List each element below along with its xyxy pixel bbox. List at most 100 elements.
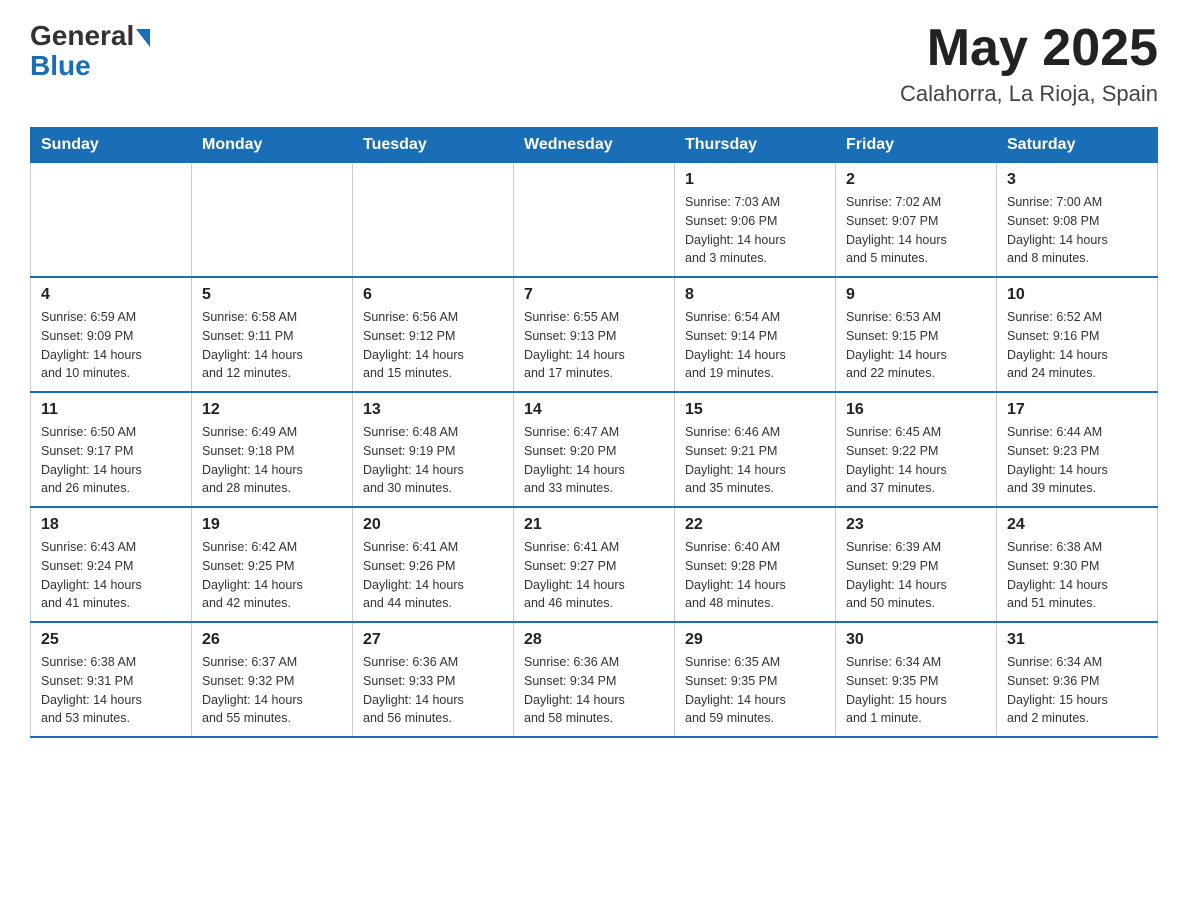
calendar-cell: 22Sunrise: 6:40 AMSunset: 9:28 PMDayligh…: [675, 507, 836, 622]
day-info: Sunrise: 6:38 AMSunset: 9:31 PMDaylight:…: [41, 653, 181, 728]
logo-arrow-icon: [136, 29, 150, 47]
day-info: Sunrise: 6:46 AMSunset: 9:21 PMDaylight:…: [685, 423, 825, 498]
calendar-cell: 20 Sunrise: 6:41 AMSunset: 9:26 PMDayligh…: [353, 507, 514, 622]
day-info: Sunrise: 6:43 AMSunset: 9:24 PMDaylight:…: [41, 538, 181, 613]
day-info: Sunrise: 6:58 AMSunset: 9:11 PMDaylight:…: [202, 308, 342, 383]
day-number: 14: [524, 401, 664, 419]
day-number: 21: [524, 516, 664, 534]
header-friday: Friday: [836, 128, 997, 163]
day-number: 6: [363, 286, 503, 304]
day-info: Sunrise: 6:39 AMSunset: 9:29 PMDaylight:…: [846, 538, 986, 613]
logo-general-text: General: [30, 20, 134, 52]
day-number: 31: [1007, 631, 1147, 649]
day-info: Sunrise: 6:38 AMSunset: 9:30 PMDaylight:…: [1007, 538, 1147, 613]
day-number: 2: [846, 171, 986, 189]
day-number: 3: [1007, 171, 1147, 189]
calendar-cell: 29Sunrise: 6:35 AMSunset: 9:35 PMDayligh…: [675, 622, 836, 737]
calendar-cell: 31 Sunrise: 6:34 AMSunset: 9:36 PMDayligh…: [997, 622, 1158, 737]
day-info: Sunrise: 7:02 AMSunset: 9:07 PMDaylight:…: [846, 193, 986, 268]
calendar-week-row-1: 1Sunrise: 7:03 AMSunset: 9:06 PMDaylight…: [31, 163, 1158, 278]
day-info: Sunrise: 6:53 AMSunset: 9:15 PMDaylight:…: [846, 308, 986, 383]
header-saturday: Saturday: [997, 128, 1158, 163]
header-tuesday: Tuesday: [353, 128, 514, 163]
day-info: Sunrise: 6:36 AMSunset: 9:34 PMDaylight:…: [524, 653, 664, 728]
calendar-week-row-4: 18 Sunrise: 6:43 AMSunset: 9:24 PMDayligh…: [31, 507, 1158, 622]
day-info: Sunrise: 6:59 AMSunset: 9:09 PMDaylight:…: [41, 308, 181, 383]
calendar-cell: 14 Sunrise: 6:47 AMSunset: 9:20 PMDayligh…: [514, 392, 675, 507]
day-info: Sunrise: 6:48 AMSunset: 9:19 PMDaylight:…: [363, 423, 503, 498]
day-number: 9: [846, 286, 986, 304]
day-info: Sunrise: 6:55 AMSunset: 9:13 PMDaylight:…: [524, 308, 664, 383]
day-info: Sunrise: 6:44 AMSunset: 9:23 PMDaylight:…: [1007, 423, 1147, 498]
day-number: 11: [41, 401, 181, 419]
calendar-cell: 25 Sunrise: 6:38 AMSunset: 9:31 PMDayligh…: [31, 622, 192, 737]
header-wednesday: Wednesday: [514, 128, 675, 163]
calendar-cell: 27 Sunrise: 6:36 AMSunset: 9:33 PMDayligh…: [353, 622, 514, 737]
day-number: 15: [685, 401, 825, 419]
day-number: 30: [846, 631, 986, 649]
month-title: May 2025: [900, 20, 1158, 77]
calendar-cell: 12 Sunrise: 6:49 AMSunset: 9:18 PMDayligh…: [192, 392, 353, 507]
header-monday: Monday: [192, 128, 353, 163]
page-header: General Blue May 2025 Calahorra, La Rioj…: [30, 20, 1158, 107]
calendar-week-row-5: 25 Sunrise: 6:38 AMSunset: 9:31 PMDayligh…: [31, 622, 1158, 737]
day-number: 8: [685, 286, 825, 304]
day-number: 20: [363, 516, 503, 534]
day-info: Sunrise: 6:52 AMSunset: 9:16 PMDaylight:…: [1007, 308, 1147, 383]
day-number: 12: [202, 401, 342, 419]
calendar-cell: 18 Sunrise: 6:43 AMSunset: 9:24 PMDayligh…: [31, 507, 192, 622]
day-number: 18: [41, 516, 181, 534]
day-number: 4: [41, 286, 181, 304]
calendar-cell: 23 Sunrise: 6:39 AMSunset: 9:29 PMDayligh…: [836, 507, 997, 622]
calendar-cell: [353, 163, 514, 278]
day-number: 10: [1007, 286, 1147, 304]
day-info: Sunrise: 6:37 AMSunset: 9:32 PMDaylight:…: [202, 653, 342, 728]
calendar-cell: 9 Sunrise: 6:53 AMSunset: 9:15 PMDaylight…: [836, 277, 997, 392]
location-text: Calahorra, La Rioja, Spain: [900, 81, 1158, 107]
calendar-cell: [192, 163, 353, 278]
logo-blue-text: Blue: [30, 50, 91, 82]
day-number: 27: [363, 631, 503, 649]
day-number: 17: [1007, 401, 1147, 419]
calendar-week-row-3: 11 Sunrise: 6:50 AMSunset: 9:17 PMDayligh…: [31, 392, 1158, 507]
day-number: 25: [41, 631, 181, 649]
day-info: Sunrise: 6:45 AMSunset: 9:22 PMDaylight:…: [846, 423, 986, 498]
day-info: Sunrise: 6:49 AMSunset: 9:18 PMDaylight:…: [202, 423, 342, 498]
day-number: 19: [202, 516, 342, 534]
calendar-cell: 15 Sunrise: 6:46 AMSunset: 9:21 PMDayligh…: [675, 392, 836, 507]
day-info: Sunrise: 7:00 AMSunset: 9:08 PMDaylight:…: [1007, 193, 1147, 268]
weekday-header-row: Sunday Monday Tuesday Wednesday Thursday…: [31, 128, 1158, 163]
calendar-cell: 7 Sunrise: 6:55 AMSunset: 9:13 PMDaylight…: [514, 277, 675, 392]
calendar-cell: 5 Sunrise: 6:58 AMSunset: 9:11 PMDaylight…: [192, 277, 353, 392]
day-info: Sunrise: 6:41 AMSunset: 9:26 PMDaylight:…: [363, 538, 503, 613]
day-info: Sunrise: 6:36 AMSunset: 9:33 PMDaylight:…: [363, 653, 503, 728]
title-block: May 2025 Calahorra, La Rioja, Spain: [900, 20, 1158, 107]
day-info: Sunrise: 6:34 AMSunset: 9:36 PMDaylight:…: [1007, 653, 1147, 728]
day-number: 13: [363, 401, 503, 419]
calendar-cell: 26Sunrise: 6:37 AMSunset: 9:32 PMDayligh…: [192, 622, 353, 737]
day-number: 1: [685, 171, 825, 189]
calendar-cell: 10 Sunrise: 6:52 AMSunset: 9:16 PMDayligh…: [997, 277, 1158, 392]
logo: General Blue: [30, 20, 150, 82]
day-number: 24: [1007, 516, 1147, 534]
calendar-cell: 2 Sunrise: 7:02 AMSunset: 9:07 PMDaylight…: [836, 163, 997, 278]
calendar-cell: 11 Sunrise: 6:50 AMSunset: 9:17 PMDayligh…: [31, 392, 192, 507]
day-number: 16: [846, 401, 986, 419]
day-number: 7: [524, 286, 664, 304]
calendar-cell: 16 Sunrise: 6:45 AMSunset: 9:22 PMDayligh…: [836, 392, 997, 507]
calendar-week-row-2: 4 Sunrise: 6:59 AMSunset: 9:09 PMDaylight…: [31, 277, 1158, 392]
day-number: 29: [685, 631, 825, 649]
day-number: 22: [685, 516, 825, 534]
calendar-cell: 4 Sunrise: 6:59 AMSunset: 9:09 PMDaylight…: [31, 277, 192, 392]
calendar-cell: 17 Sunrise: 6:44 AMSunset: 9:23 PMDayligh…: [997, 392, 1158, 507]
calendar-cell: 28Sunrise: 6:36 AMSunset: 9:34 PMDayligh…: [514, 622, 675, 737]
day-info: Sunrise: 6:47 AMSunset: 9:20 PMDaylight:…: [524, 423, 664, 498]
calendar-cell: 13 Sunrise: 6:48 AMSunset: 9:19 PMDayligh…: [353, 392, 514, 507]
calendar-cell: 8Sunrise: 6:54 AMSunset: 9:14 PMDaylight…: [675, 277, 836, 392]
day-number: 23: [846, 516, 986, 534]
calendar-table: Sunday Monday Tuesday Wednesday Thursday…: [30, 127, 1158, 738]
day-number: 5: [202, 286, 342, 304]
calendar-cell: 1Sunrise: 7:03 AMSunset: 9:06 PMDaylight…: [675, 163, 836, 278]
day-info: Sunrise: 6:50 AMSunset: 9:17 PMDaylight:…: [41, 423, 181, 498]
header-sunday: Sunday: [31, 128, 192, 163]
